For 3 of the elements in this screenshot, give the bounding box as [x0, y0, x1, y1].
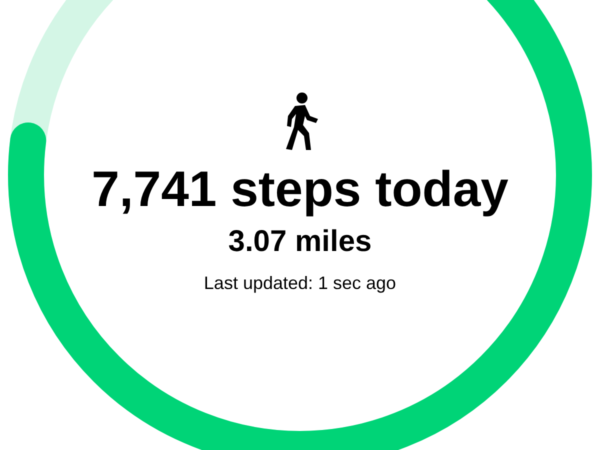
distance-text: 3.07 miles [228, 224, 372, 260]
last-updated-text: Last updated: 1 sec ago [204, 272, 396, 294]
steps-heading: 7,741 steps today [92, 160, 508, 219]
